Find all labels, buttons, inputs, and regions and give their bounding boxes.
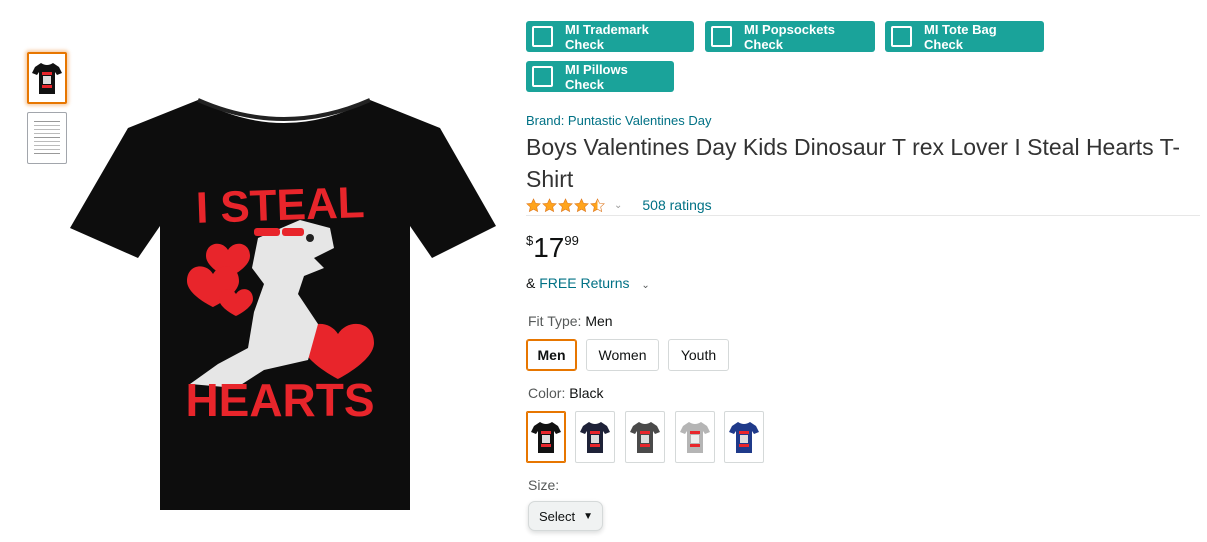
tshirt-swatch-icon — [531, 422, 561, 453]
mi-tote-bag-check-button[interactable]: MI Tote Bag Check — [885, 21, 1044, 52]
mi-trademark-check-button[interactable]: MI Trademark Check — [526, 21, 694, 52]
mi-pillows-check-button[interactable]: MI Pillows Check — [526, 61, 674, 92]
tshirt-swatch-icon — [680, 422, 710, 453]
price: $1799 — [526, 232, 579, 264]
tshirt-swatch-icon — [630, 422, 660, 453]
color-swatch-black[interactable] — [526, 411, 566, 463]
star-rating[interactable] — [526, 197, 606, 213]
star-half-icon — [590, 197, 605, 212]
star-full-icon — [558, 197, 573, 212]
star-full-icon — [574, 197, 589, 212]
tshirt-swatch-icon — [580, 422, 610, 453]
size-select-dropdown[interactable]: Select ▼ — [528, 501, 603, 531]
fit-option-women[interactable]: Women — [586, 339, 659, 371]
thumbnail-strip — [27, 52, 68, 172]
color-label-text: Color: — [528, 385, 566, 401]
checkbox-icon — [532, 66, 553, 87]
color-swatch-royal-blue[interactable] — [724, 411, 764, 463]
fit-type-selected-value: Men — [585, 313, 613, 329]
star-full-icon — [526, 197, 541, 212]
color-label: Color: Black — [528, 385, 603, 401]
chevron-down-icon[interactable]: ⌄ — [614, 200, 622, 211]
chevron-down-icon: ▼ — [583, 510, 594, 522]
color-swatch-heather-grey[interactable] — [675, 411, 715, 463]
price-fraction: 99 — [564, 233, 579, 248]
mi-tote-bag-check-label: MI Tote Bag Check — [924, 21, 997, 52]
returns-prefix: & — [526, 275, 536, 291]
graphic-text-top: I STEAL — [195, 178, 365, 233]
mi-pillows-check-label: MI Pillows Check — [565, 61, 628, 92]
graphic-text-bottom: HEARTS — [185, 374, 374, 426]
color-selected-value: Black — [569, 385, 604, 401]
thumbnail-shirt[interactable] — [27, 52, 67, 104]
price-whole: 17 — [533, 232, 565, 263]
checkbox-icon — [711, 26, 732, 47]
cropped-header-text — [0, 0, 470, 3]
star-full-icon — [542, 197, 557, 212]
checkbox-icon — [532, 26, 553, 47]
mi-trademark-check-label: MI Trademark Check — [565, 21, 649, 52]
tshirt-swatch-icon — [729, 422, 759, 453]
fit-type-label-text: Fit Type: — [528, 313, 582, 329]
main-product-image[interactable]: I STEAL HEARTS — [68, 98, 498, 518]
fit-type-label: Fit Type: Men — [528, 313, 613, 329]
free-returns-link[interactable]: FREE Returns — [539, 275, 629, 291]
fit-option-label: Men — [537, 347, 566, 363]
size-label: Size: — [528, 477, 560, 493]
fit-option-label: Youth — [680, 347, 717, 363]
tshirt-thumbnail-icon — [32, 63, 62, 94]
mi-popsockets-check-button[interactable]: MI Popsockets Check — [705, 21, 875, 52]
product-title: Boys Valentines Day Kids Dinosaur T rex … — [526, 134, 1181, 192]
size-select-label: Select — [539, 508, 576, 524]
checkbox-icon — [891, 26, 912, 47]
fit-option-label: Women — [598, 347, 647, 363]
price-symbol: $ — [526, 233, 534, 248]
mi-popsockets-check-label: MI Popsockets Check — [744, 21, 836, 52]
returns-row: & FREE Returns ⌄ — [526, 275, 650, 291]
chevron-down-icon[interactable]: ⌄ — [641, 280, 649, 291]
tshirt-image: I STEAL HEARTS — [70, 98, 496, 510]
size-chart-thumbnail-icon — [34, 121, 60, 154]
color-swatch-navy[interactable] — [575, 411, 615, 463]
color-swatch-dark-heather[interactable] — [625, 411, 665, 463]
thumbnail-size-chart[interactable] — [27, 112, 67, 164]
ratings-count-link[interactable]: 508 ratings — [642, 197, 711, 213]
fit-option-youth[interactable]: Youth — [668, 339, 729, 371]
brand-link[interactable]: Brand: Puntastic Valentines Day — [526, 113, 711, 128]
fit-option-men[interactable]: Men — [526, 339, 577, 371]
divider — [526, 215, 1200, 216]
rating-row: ⌄ 508 ratings — [526, 195, 712, 215]
